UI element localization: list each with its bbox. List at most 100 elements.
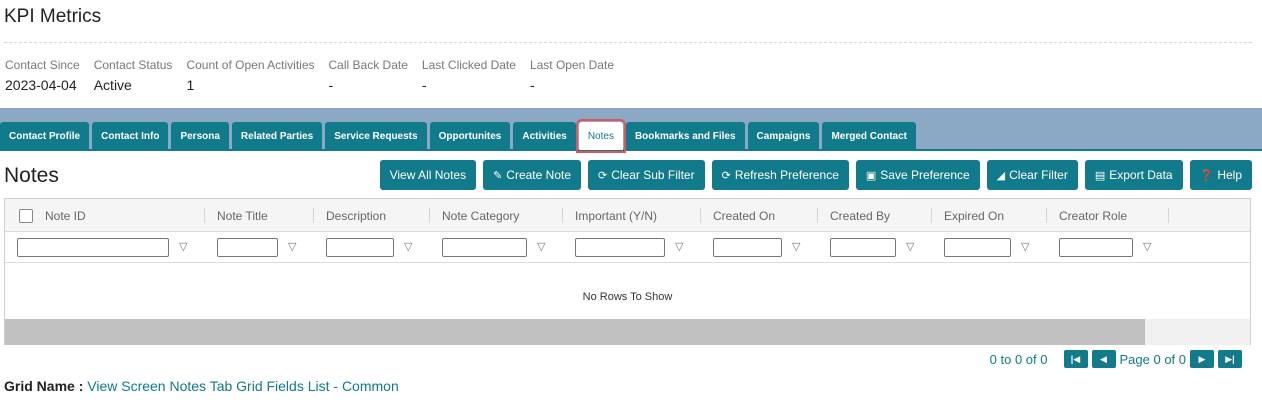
no-rows-message: No Rows To Show <box>582 291 673 303</box>
tab-notes[interactable]: Notes <box>575 119 626 153</box>
filter-input-important[interactable] <box>575 238 665 257</box>
clear-sub-filter-label: Clear Sub Filter <box>611 168 695 182</box>
kpi-value: Active <box>93 77 132 93</box>
tab-contact-info[interactable]: Contact Info <box>92 122 169 150</box>
kpi-last-clicked-date: Last Clicked Date - <box>422 58 516 94</box>
tab-activities[interactable]: Activities <box>513 122 576 150</box>
filter-icon[interactable]: ▽ <box>537 240 545 253</box>
column-separator[interactable] <box>931 208 932 223</box>
kpi-contact-since: Contact Since 2023-04-04 <box>5 58 80 94</box>
column-header-note-category[interactable]: Note Category <box>442 199 519 232</box>
column-header-note-id[interactable]: Note ID <box>45 199 86 232</box>
grid-name-link[interactable]: View Screen Notes Tab Grid Fields List -… <box>87 378 399 394</box>
save-icon: ▣ <box>865 169 877 182</box>
column-header-note-title[interactable]: Note Title <box>217 199 268 232</box>
help-button[interactable]: ❓ Help <box>1189 160 1252 190</box>
kpi-title: KPI Metrics <box>4 6 102 27</box>
kpi-label: Call Back Date <box>328 58 408 72</box>
grid-filter-row: ▽ ▽ ▽ ▽ ▽ ▽ ▽ ▽ ▽ <box>5 232 1250 263</box>
tab-persona[interactable]: Persona <box>171 122 229 150</box>
horizontal-scrollbar[interactable] <box>5 319 1250 345</box>
clear-filter-label: Clear Filter <box>1009 168 1068 182</box>
filter-input-expired-on[interactable] <box>944 238 1011 257</box>
filter-icon[interactable]: ▽ <box>288 240 296 253</box>
column-separator[interactable] <box>204 208 205 223</box>
filter-icon[interactable]: ▽ <box>1143 240 1151 253</box>
filter-input-note-title[interactable] <box>217 238 278 257</box>
kpi-value: - <box>421 77 427 93</box>
file-export-icon: ▤ <box>1094 169 1106 182</box>
column-separator[interactable] <box>562 208 563 223</box>
kpi-label: Last Open Date <box>529 58 614 72</box>
kpi-value: 2023-04-04 <box>5 77 77 93</box>
next-page-icon: ▶ <box>1198 353 1206 364</box>
pagination: 0 to 0 of 0 |◀ ◀ Page 0 of 0 ▶ ▶| <box>990 350 1242 368</box>
filter-input-creator-role[interactable] <box>1059 238 1133 257</box>
refresh-icon: ⟳ <box>598 169 608 182</box>
previous-page-button[interactable]: ◀ <box>1091 350 1116 368</box>
tab-related-parties[interactable]: Related Parties <box>231 122 323 150</box>
tab-campaigns[interactable]: Campaigns <box>747 122 820 150</box>
filter-icon[interactable]: ▽ <box>792 240 800 253</box>
column-separator[interactable] <box>1046 208 1047 223</box>
column-separator[interactable] <box>1168 208 1169 223</box>
filter-input-created-on[interactable] <box>713 238 782 257</box>
last-page-icon: ▶| <box>1225 353 1235 364</box>
help-icon: ❓ <box>1199 169 1214 182</box>
column-header-created-by[interactable]: Created By <box>830 199 890 232</box>
view-all-notes-button[interactable]: View All Notes <box>379 160 477 190</box>
filter-input-note-category[interactable] <box>442 238 527 257</box>
tab-bar: Contact Profile Contact Info Persona Rel… <box>0 119 919 153</box>
column-separator[interactable] <box>313 208 314 223</box>
save-preference-button[interactable]: ▣ Save Preference <box>855 160 980 190</box>
kpi-label: Count of Open Activities <box>186 58 315 72</box>
edit-icon: ✎ <box>493 169 503 182</box>
clear-filter-button[interactable]: ◢ Clear Filter <box>986 160 1078 190</box>
clear-sub-filter-button[interactable]: ⟳ Clear Sub Filter <box>588 160 705 190</box>
column-header-created-on[interactable]: Created On <box>713 199 775 232</box>
grid-name-label: Grid Name : <box>4 378 84 394</box>
tab-merged-contact[interactable]: Merged Contact <box>822 122 917 150</box>
kpi-value: - <box>328 77 334 93</box>
create-note-button[interactable]: ✎ Create Note <box>483 160 581 190</box>
column-separator[interactable] <box>700 208 701 223</box>
select-all-checkbox[interactable] <box>19 208 33 223</box>
tab-service-requests[interactable]: Service Requests <box>325 122 427 150</box>
column-separator[interactable] <box>429 208 430 223</box>
filter-icon[interactable]: ▽ <box>179 240 187 253</box>
kpi-divider <box>4 42 1252 43</box>
tab-contact-profile[interactable]: Contact Profile <box>0 122 90 150</box>
filter-icon[interactable]: ▽ <box>906 240 914 253</box>
column-header-important[interactable]: Important (Y/N) <box>575 199 657 232</box>
filter-icon[interactable]: ▽ <box>1021 240 1029 253</box>
column-header-expired-on[interactable]: Expired On <box>944 199 1004 232</box>
first-page-icon: |◀ <box>1070 353 1081 364</box>
tab-opportunites[interactable]: Opportunites <box>429 122 511 150</box>
filter-input-created-by[interactable] <box>830 238 896 257</box>
tab-bookmarks-and-files[interactable]: Bookmarks and Files <box>625 122 745 150</box>
refresh-preference-button[interactable]: ⟳ Refresh Preference <box>711 160 849 190</box>
horizontal-scrollbar-thumb[interactable] <box>5 319 1145 345</box>
notes-toolbar: View All Notes ✎ Create Note ⟳ Clear Sub… <box>373 160 1252 190</box>
column-header-description[interactable]: Description <box>326 199 386 232</box>
first-page-button[interactable]: |◀ <box>1063 350 1088 368</box>
column-separator[interactable] <box>817 208 818 223</box>
filter-icon[interactable]: ▽ <box>404 240 412 253</box>
eraser-icon: ◢ <box>996 169 1006 182</box>
filter-icon[interactable]: ▽ <box>675 240 683 253</box>
last-page-button[interactable]: ▶| <box>1218 350 1242 368</box>
export-data-button[interactable]: ▤ Export Data <box>1084 160 1183 190</box>
kpi-contact-status: Contact Status Active <box>94 58 173 94</box>
notes-heading: Notes <box>4 164 59 187</box>
create-note-label: Create Note <box>506 168 571 182</box>
kpi-open-activities: Count of Open Activities 1 <box>186 58 314 94</box>
filter-input-note-id[interactable] <box>17 238 169 257</box>
kpi-label: Last Clicked Date <box>421 58 516 72</box>
grid-header-row: Note ID Note Title Description Note Cate… <box>5 199 1250 232</box>
export-data-label: Export Data <box>1109 168 1173 182</box>
refresh-icon: ⟳ <box>721 169 731 182</box>
next-page-button[interactable]: ▶ <box>1190 350 1214 368</box>
filter-input-description[interactable] <box>326 238 394 257</box>
kpi-last-open-date: Last Open Date - <box>530 58 614 94</box>
column-header-creator-role[interactable]: Creator Role <box>1059 199 1127 232</box>
